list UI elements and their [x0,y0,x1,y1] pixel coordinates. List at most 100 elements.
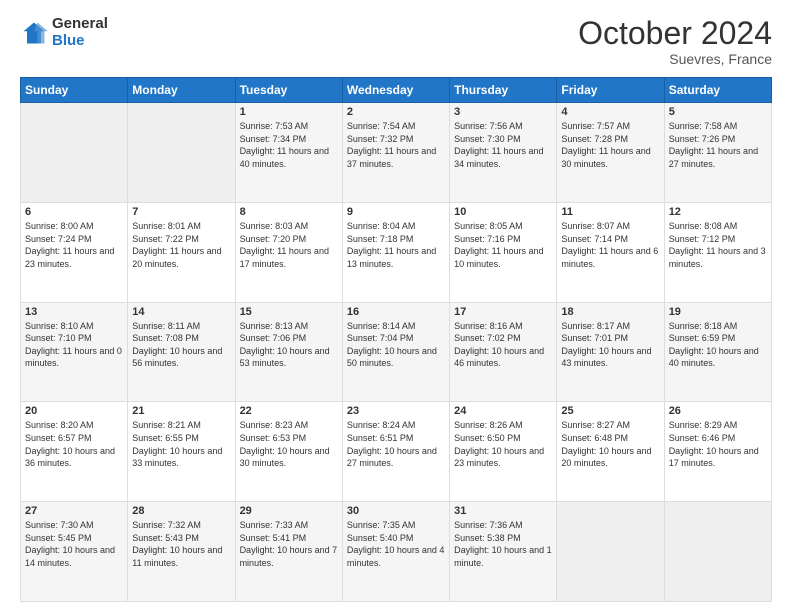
calendar-week-row: 6Sunrise: 8:00 AMSunset: 7:24 PMDaylight… [21,202,772,302]
calendar-cell: 7Sunrise: 8:01 AMSunset: 7:22 PMDaylight… [128,202,235,302]
calendar-week-row: 1 Sunrise: 7:53 AMSunset: 7:34 PMDaylight… [21,103,772,203]
day-number: 25 [561,405,659,417]
calendar-week-row: 13 Sunrise: 8:10 AMSunset: 7:10 PMDayligh… [21,302,772,402]
calendar-week-row: 20Sunrise: 8:20 AMSunset: 6:57 PMDayligh… [21,402,772,502]
calendar-table: SundayMondayTuesdayWednesdayThursdayFrid… [20,77,772,602]
calendar-cell: 30Sunrise: 7:35 AMSunset: 5:40 PMDayligh… [342,502,449,602]
weekday-header-monday: Monday [128,78,235,103]
day-number: 12 [669,206,767,218]
day-info: Sunrise: 8:18 AMSunset: 6:59 PMDaylight:… [669,320,767,370]
logo-icon [20,19,48,47]
calendar-cell: 6Sunrise: 8:00 AMSunset: 7:24 PMDaylight… [21,202,128,302]
day-info: Sunrise: 8:27 AMSunset: 6:48 PMDaylight:… [561,419,659,469]
calendar-week-row: 27 Sunrise: 7:30 AMSunset: 5:45 PMDayligh… [21,502,772,602]
calendar-cell: 21 Sunrise: 8:21 AMSunset: 6:55 PMDayligh… [128,402,235,502]
logo: General Blue [20,16,108,49]
day-number: 28 [132,505,230,517]
day-number: 19 [669,306,767,318]
weekday-header-wednesday: Wednesday [342,78,449,103]
weekday-header-saturday: Saturday [664,78,771,103]
calendar-cell: 16Sunrise: 8:14 AMSunset: 7:04 PMDayligh… [342,302,449,402]
weekday-header-friday: Friday [557,78,664,103]
day-number: 10 [454,206,552,218]
day-number: 5 [669,106,767,118]
calendar-cell: 27 Sunrise: 7:30 AMSunset: 5:45 PMDayligh… [21,502,128,602]
location: Suevres, France [578,51,772,67]
calendar-cell [128,103,235,203]
calendar-cell: 20Sunrise: 8:20 AMSunset: 6:57 PMDayligh… [21,402,128,502]
calendar-cell: 5 Sunrise: 7:58 AMSunset: 7:26 PMDaylight… [664,103,771,203]
weekday-header-tuesday: Tuesday [235,78,342,103]
day-info: Sunrise: 7:53 AMSunset: 7:34 PMDaylight:… [240,120,338,170]
day-number: 9 [347,206,445,218]
month-title: October 2024 [578,16,772,51]
day-number: 16 [347,306,445,318]
day-info: Sunrise: 8:08 AMSunset: 7:12 PMDaylight:… [669,220,767,270]
day-info: Sunrise: 7:56 AMSunset: 7:30 PMDaylight:… [454,120,552,170]
day-info: Sunrise: 8:07 AMSunset: 7:14 PMDaylight:… [561,220,659,270]
calendar-cell: 15Sunrise: 8:13 AMSunset: 7:06 PMDayligh… [235,302,342,402]
calendar-cell: 10 Sunrise: 8:05 AMSunset: 7:16 PMDayligh… [450,202,557,302]
calendar-cell: 2Sunrise: 7:54 AMSunset: 7:32 PMDaylight… [342,103,449,203]
calendar-cell: 1 Sunrise: 7:53 AMSunset: 7:34 PMDaylight… [235,103,342,203]
day-info: Sunrise: 7:57 AMSunset: 7:28 PMDaylight:… [561,120,659,170]
calendar-cell [664,502,771,602]
day-number: 4 [561,106,659,118]
day-info: Sunrise: 8:23 AMSunset: 6:53 PMDaylight:… [240,419,338,469]
day-info: Sunrise: 8:05 AMSunset: 7:16 PMDaylight:… [454,220,552,270]
day-number: 26 [669,405,767,417]
day-number: 13 [25,306,123,318]
calendar-cell: 22 Sunrise: 8:23 AMSunset: 6:53 PMDayligh… [235,402,342,502]
calendar-cell: 14Sunrise: 8:11 AMSunset: 7:08 PMDayligh… [128,302,235,402]
day-number: 31 [454,505,552,517]
day-info: Sunrise: 8:26 AMSunset: 6:50 PMDaylight:… [454,419,552,469]
day-number: 27 [25,505,123,517]
calendar-cell: 18 Sunrise: 8:17 AMSunset: 7:01 PMDayligh… [557,302,664,402]
calendar-cell: 12 Sunrise: 8:08 AMSunset: 7:12 PMDayligh… [664,202,771,302]
day-number: 23 [347,405,445,417]
logo-text: General Blue [52,16,108,49]
day-number: 29 [240,505,338,517]
calendar-cell: 9Sunrise: 8:04 AMSunset: 7:18 PMDaylight… [342,202,449,302]
day-info: Sunrise: 8:20 AMSunset: 6:57 PMDaylight:… [25,419,123,469]
day-info: Sunrise: 7:58 AMSunset: 7:26 PMDaylight:… [669,120,767,170]
calendar-cell: 25 Sunrise: 8:27 AMSunset: 6:48 PMDayligh… [557,402,664,502]
day-number: 7 [132,206,230,218]
calendar-cell: 13 Sunrise: 8:10 AMSunset: 7:10 PMDayligh… [21,302,128,402]
calendar-cell: 23Sunrise: 8:24 AMSunset: 6:51 PMDayligh… [342,402,449,502]
day-info: Sunrise: 7:36 AMSunset: 5:38 PMDaylight:… [454,519,552,569]
calendar-cell [21,103,128,203]
day-info: Sunrise: 7:30 AMSunset: 5:45 PMDaylight:… [25,519,123,569]
title-block: October 2024 Suevres, France [578,16,772,67]
day-info: Sunrise: 8:13 AMSunset: 7:06 PMDaylight:… [240,320,338,370]
weekday-header-sunday: Sunday [21,78,128,103]
header: General Blue October 2024 Suevres, Franc… [20,16,772,67]
day-number: 24 [454,405,552,417]
day-number: 21 [132,405,230,417]
calendar-cell: 8Sunrise: 8:03 AMSunset: 7:20 PMDaylight… [235,202,342,302]
page: General Blue October 2024 Suevres, Franc… [0,0,792,612]
day-number: 6 [25,206,123,218]
day-number: 18 [561,306,659,318]
day-info: Sunrise: 8:11 AMSunset: 7:08 PMDaylight:… [132,320,230,370]
calendar-cell: 31 Sunrise: 7:36 AMSunset: 5:38 PMDayligh… [450,502,557,602]
day-info: Sunrise: 7:33 AMSunset: 5:41 PMDaylight:… [240,519,338,569]
calendar-cell [557,502,664,602]
calendar-cell: 19 Sunrise: 8:18 AMSunset: 6:59 PMDayligh… [664,302,771,402]
day-number: 22 [240,405,338,417]
calendar-cell: 24 Sunrise: 8:26 AMSunset: 6:50 PMDayligh… [450,402,557,502]
calendar-cell: 28Sunrise: 7:32 AMSunset: 5:43 PMDayligh… [128,502,235,602]
day-info: Sunrise: 8:21 AMSunset: 6:55 PMDaylight:… [132,419,230,469]
day-number: 2 [347,106,445,118]
day-number: 3 [454,106,552,118]
day-number: 17 [454,306,552,318]
calendar-cell: 11Sunrise: 8:07 AMSunset: 7:14 PMDayligh… [557,202,664,302]
day-info: Sunrise: 8:03 AMSunset: 7:20 PMDaylight:… [240,220,338,270]
weekday-header-row: SundayMondayTuesdayWednesdayThursdayFrid… [21,78,772,103]
day-info: Sunrise: 8:10 AMSunset: 7:10 PMDaylight:… [25,320,123,370]
day-info: Sunrise: 8:16 AMSunset: 7:02 PMDaylight:… [454,320,552,370]
day-info: Sunrise: 8:29 AMSunset: 6:46 PMDaylight:… [669,419,767,469]
day-number: 1 [240,106,338,118]
day-number: 30 [347,505,445,517]
day-info: Sunrise: 8:17 AMSunset: 7:01 PMDaylight:… [561,320,659,370]
